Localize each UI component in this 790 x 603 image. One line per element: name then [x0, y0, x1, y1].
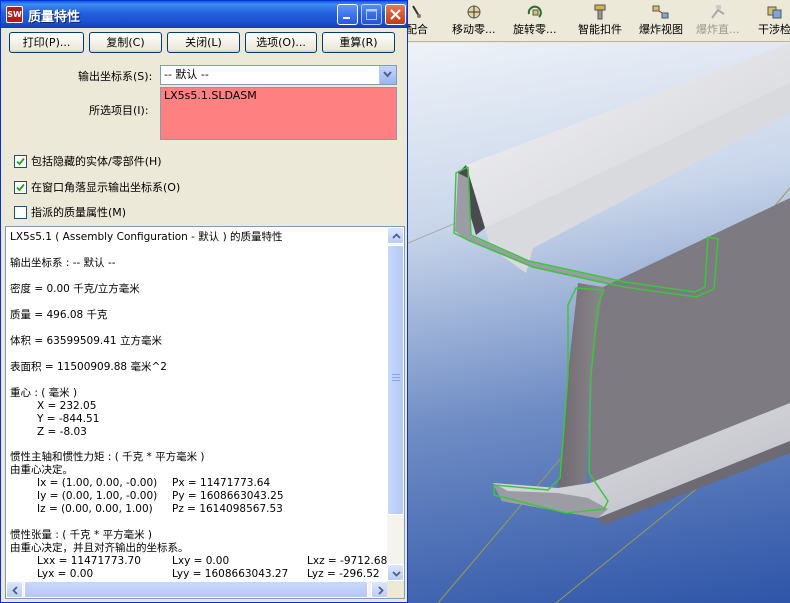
results-textarea[interactable]: LX5s5.1 ( Assembly Configuration - 默认 ) …	[5, 226, 405, 599]
toolbar-rotate-component-button[interactable]: 旋转零...	[513, 4, 557, 38]
results-principal-title: 惯性主轴和惯性力矩 : ( 千克 * 平方毫米 )	[10, 451, 205, 463]
solidworks-logo-icon: SW	[6, 6, 23, 23]
dialog-titlebar[interactable]: SW 质量特性	[1, 1, 407, 28]
results-volume: 体积 = 63599509.41 立方毫米	[10, 335, 162, 347]
checkmark-icon	[16, 183, 25, 191]
results-ix: Ix = (1.00, 0.00, -0.00)	[37, 477, 158, 489]
close-window-button[interactable]	[385, 4, 406, 25]
dialog-title: 质量特性	[28, 10, 81, 25]
show-coord-checkbox-row[interactable]: 在窗口角落显示输出坐标系(O)	[14, 179, 180, 195]
toolbar-label: 旋转零...	[513, 23, 557, 36]
results-cog-z: Z = -8.03	[37, 426, 87, 438]
results-lxx: Lxx = 11471773.70	[37, 555, 141, 567]
results-cog-x: X = 232.05	[37, 400, 97, 412]
chevron-down-icon	[383, 71, 392, 78]
include-hidden-label: 包括隐藏的实体/零部件(H)	[31, 155, 162, 168]
toolbar-explode-line-button[interactable]: 爆炸直...	[696, 4, 740, 38]
i-beam-model	[408, 43, 790, 603]
toolbar-label: 配合	[408, 23, 428, 36]
exploded-view-icon	[652, 5, 669, 19]
toolbar-label: 干涉检	[758, 23, 790, 36]
results-cog-y: Y = -844.51	[37, 413, 100, 425]
toolbar-interference-button[interactable]: 干涉检	[758, 4, 790, 38]
toolbar-mate-button[interactable]: 配合	[408, 4, 428, 38]
coord-system-value: -- 默认 --	[164, 68, 209, 81]
scroll-up-button[interactable]	[387, 227, 404, 244]
options-button[interactable]: 选项(O)...	[245, 32, 317, 53]
minimize-button[interactable]	[337, 4, 358, 25]
vertical-scroll-thumb[interactable]	[387, 245, 404, 515]
results-density: 密度 = 0.00 千克/立方毫米	[10, 283, 140, 295]
scroll-left-button[interactable]	[6, 581, 23, 598]
maximize-icon	[366, 9, 377, 20]
move-component-icon	[467, 5, 481, 19]
show-coord-checkbox[interactable]	[14, 180, 27, 194]
toolbar-smart-fastener-button[interactable]: 智能扣件	[578, 4, 622, 38]
results-lxz: Lxz = -9712.68	[307, 555, 388, 567]
selected-items-label: 所选项目(I):	[89, 104, 149, 117]
assigned-mass-checkbox-row[interactable]: 指派的质量属性(M)	[14, 204, 126, 220]
results-iz: Iz = (0.00, 0.00, 1.00)	[37, 503, 153, 515]
chevron-left-icon	[12, 586, 18, 595]
interference-icon	[767, 6, 781, 19]
recalculate-button[interactable]: 重算(R)	[322, 32, 395, 53]
copy-button[interactable]: 复制(C)	[89, 32, 162, 53]
include-hidden-checkbox[interactable]	[14, 154, 27, 168]
assigned-mass-label: 指派的质量属性(M)	[31, 206, 127, 219]
rotate-component-icon	[527, 5, 542, 18]
results-lxy: Lxy = 0.00	[172, 555, 230, 567]
toolbar-label: 爆炸直...	[696, 23, 740, 36]
results-iy: Iy = (0.00, 1.00, -0.00)	[37, 490, 158, 502]
graphics-viewport[interactable]	[408, 43, 790, 603]
toolbar-label: 爆炸视图	[639, 23, 683, 36]
selected-items-list[interactable]: LX5s5.1.SLDASM	[160, 87, 397, 140]
results-pz: Pz = 1614098567.53	[172, 503, 283, 515]
print-button[interactable]: 打印(P)...	[9, 32, 84, 53]
results-mass: 质量 = 496.08 千克	[10, 309, 108, 321]
dropdown-arrow-button[interactable]	[379, 66, 396, 84]
results-lyx: Lyx = 0.00	[37, 568, 94, 580]
explode-line-icon	[710, 5, 725, 19]
chevron-up-icon	[392, 233, 401, 239]
assigned-mass-checkbox[interactable]	[14, 205, 27, 219]
scroll-down-button[interactable]	[387, 564, 404, 581]
chevron-down-icon	[392, 571, 401, 577]
results-content: LX5s5.1 ( Assembly Configuration - 默认 ) …	[10, 229, 388, 581]
results-tensor-note: 由重心决定，并且对齐输出的坐标系。	[10, 542, 189, 554]
close-button[interactable]: 关闭(L)	[167, 32, 240, 53]
results-px: Px = 11471773.64	[172, 477, 271, 489]
include-hidden-checkbox-row[interactable]: 包括隐藏的实体/零部件(H)	[14, 153, 162, 169]
results-lyz: Lyz = -296.52	[307, 568, 380, 580]
maximize-button[interactable]	[361, 4, 382, 25]
mass-properties-dialog: SW 质量特性 打印(P)... 复制(C) 关闭(L) 选项(O)... 重算…	[0, 0, 408, 603]
results-cog-title: 重心 : ( 毫米 )	[10, 387, 78, 399]
toolbar-move-component-button[interactable]: 移动零...	[452, 4, 496, 38]
results-area: 表面积 = 11500909.88 毫米^2	[10, 361, 167, 373]
horizontal-scrollbar[interactable]	[6, 581, 388, 598]
toolbar-exploded-view-button[interactable]: 爆炸视图	[639, 4, 683, 38]
results-lyy: Lyy = 1608663043.27	[172, 568, 289, 580]
results-py: Py = 1608663043.25	[172, 490, 284, 502]
horizontal-scroll-thumb[interactable]	[24, 581, 368, 598]
coord-system-select[interactable]: -- 默认 --	[160, 65, 397, 85]
coord-system-label: 输出坐标系(S):	[78, 70, 153, 83]
scroll-right-button[interactable]	[371, 581, 388, 598]
assembly-toolbar: 配合 移动零... 旋转零... 智能扣件 爆炸视图 爆炸直... 干涉检	[408, 0, 790, 42]
results-principal-note: 由重心决定。	[10, 464, 73, 476]
checkmark-icon	[16, 157, 25, 165]
toolbar-label: 智能扣件	[578, 23, 622, 36]
toolbar-label: 移动零...	[452, 23, 496, 36]
selected-item[interactable]: LX5s5.1.SLDASM	[164, 89, 257, 102]
show-coord-label: 在窗口角落显示输出坐标系(O)	[31, 181, 181, 194]
close-icon	[390, 9, 401, 20]
mate-icon	[412, 5, 421, 18]
results-heading: LX5s5.1 ( Assembly Configuration - 默认 ) …	[10, 231, 283, 243]
smart-fastener-icon	[594, 4, 606, 20]
results-tensor-title: 惯性张量 : ( 千克 * 平方毫米 )	[10, 529, 153, 541]
minimize-icon	[343, 17, 350, 19]
results-coord: 输出坐标系 : -- 默认 --	[10, 257, 116, 269]
scrollbar-corner	[387, 581, 404, 598]
vertical-scrollbar[interactable]	[387, 227, 404, 581]
chevron-right-icon	[378, 586, 384, 595]
